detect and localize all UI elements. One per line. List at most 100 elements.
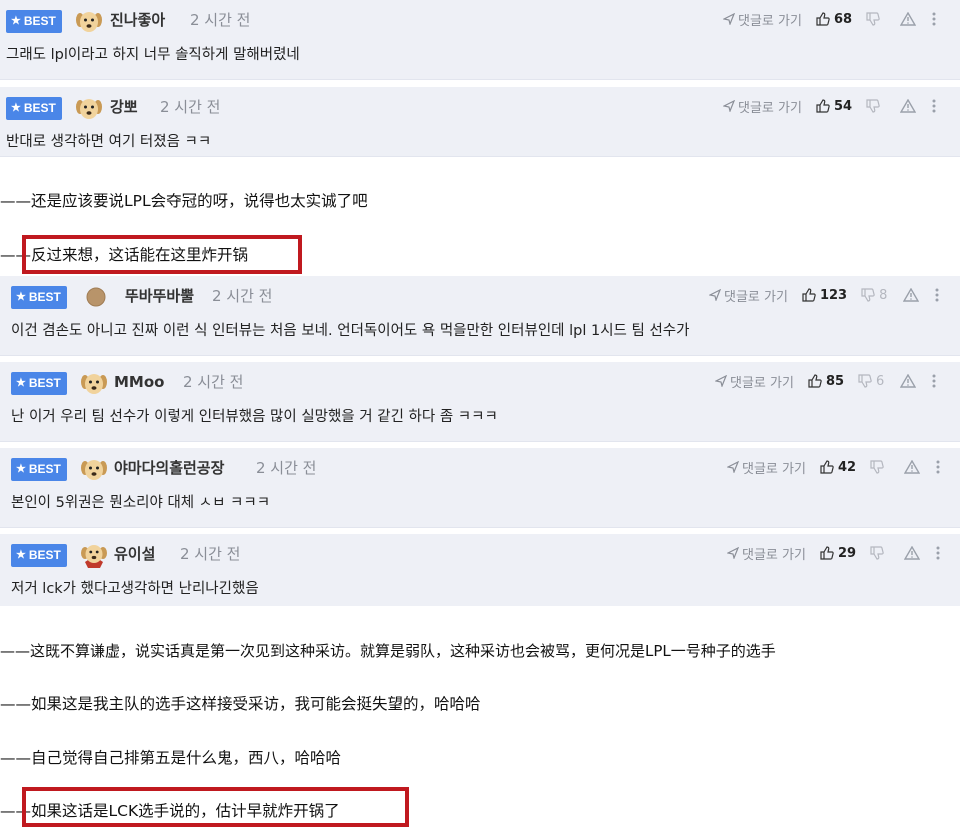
go-to-reply-link[interactable]: 댓글로 가기 (723, 97, 802, 116)
send-icon (727, 461, 739, 473)
thumbs-up-icon (820, 460, 834, 474)
best-badge: ★ BEST (11, 544, 67, 567)
nickname[interactable]: 뚜바뚜바뿔 (125, 285, 194, 307)
dislike-button[interactable]: 8 (861, 288, 887, 303)
avatar[interactable] (80, 542, 108, 568)
translation-line: ——如果这是我主队的选手这样接受采访，我可能会挺失望的，哈哈哈 (0, 695, 481, 713)
dog-face-icon (81, 460, 107, 480)
comment-actions: 댓글로 가기 68 (723, 8, 936, 30)
dislike-button[interactable] (866, 12, 884, 26)
report-button[interactable] (900, 99, 917, 113)
avatar[interactable] (80, 370, 108, 396)
nickname[interactable]: MMoo (114, 371, 164, 393)
like-button[interactable]: 85 (808, 374, 844, 389)
timestamp: 2 시간 전 (180, 545, 241, 563)
dislike-button[interactable] (866, 99, 884, 113)
highlight-box (22, 787, 409, 827)
more-icon[interactable] (936, 546, 940, 560)
comment-actions: 댓글로 가기 42 (727, 456, 940, 478)
thumbs-down-icon (861, 288, 875, 302)
send-icon (723, 13, 735, 25)
go-to-reply-link[interactable]: 댓글로 가기 (727, 544, 806, 563)
comment-text: 저거 lck가 했다고생각하면 난리나긴했음 (11, 581, 259, 597)
go-to-reply-link[interactable]: 댓글로 가기 (715, 372, 794, 391)
star-icon: ★ (16, 377, 26, 389)
best-badge: ★ BEST (6, 10, 62, 33)
thumbs-up-icon (816, 12, 830, 26)
report-button[interactable] (900, 12, 917, 26)
send-icon (727, 547, 739, 559)
thumbs-down-icon (870, 460, 884, 474)
comment-card: ★ BEST 강뽀 2 시간 전 댓글로 가기 54 반대로 생각하면 여기 터졌… (0, 87, 960, 157)
report-button[interactable] (904, 546, 921, 560)
avatar[interactable] (82, 284, 110, 310)
dog-face-icon (76, 12, 102, 32)
go-to-reply-link[interactable]: 댓글로 가기 (727, 458, 806, 477)
comment-card: ★ BEST 유이설 2 시간 전 댓글로 가기 29 저거 lck가 했다고생각… (0, 534, 960, 606)
like-button[interactable]: 29 (820, 546, 856, 561)
best-badge: ★ BEST (11, 286, 67, 309)
warning-icon (900, 12, 917, 26)
comment-card: ★ BEST 뚜바뚜바뿔 2 시간 전 댓글로 가기 123 8 이건 겸손도 아… (0, 276, 960, 356)
dog-with-cape-icon (81, 545, 107, 568)
star-icon: ★ (11, 15, 21, 27)
comment-card: ★ BEST 야마다의홀런공장 2 시간 전 댓글로 가기 42 본인이 5위권은… (0, 448, 960, 528)
report-button[interactable] (904, 460, 921, 474)
comment-actions: 댓글로 가기 123 8 (709, 284, 939, 306)
dislike-button[interactable] (870, 460, 888, 474)
dog-face-icon (76, 99, 102, 119)
timestamp: 2 시간 전 (160, 98, 221, 116)
warning-icon (903, 288, 920, 302)
like-button[interactable]: 123 (802, 288, 847, 303)
thumbs-up-icon (808, 374, 822, 388)
avatar[interactable] (80, 456, 108, 482)
warning-icon (900, 374, 917, 388)
avatar[interactable] (75, 8, 103, 34)
send-icon (723, 100, 735, 112)
comment-text: 반대로 생각하면 여기 터졌음 ㅋㅋ (6, 134, 212, 150)
comment-actions: 댓글로 가기 54 (723, 95, 936, 117)
more-icon[interactable] (932, 12, 936, 26)
like-button[interactable]: 54 (816, 99, 852, 114)
thumbs-up-icon (816, 99, 830, 113)
more-icon[interactable] (936, 460, 940, 474)
timestamp: 2 시간 전 (212, 287, 273, 305)
more-icon[interactable] (932, 99, 936, 113)
like-button[interactable]: 68 (816, 12, 852, 27)
more-icon[interactable] (935, 288, 939, 302)
comment-actions: 댓글로 가기 29 (727, 542, 940, 564)
translation-line: ——还是应该要说LPL会夺冠的呀，说得也太实诚了吧 (0, 192, 368, 210)
nickname[interactable]: 진나좋아 (110, 9, 165, 31)
like-button[interactable]: 42 (820, 460, 856, 475)
best-badge: ★ BEST (11, 372, 67, 395)
thumbs-down-icon (870, 546, 884, 560)
send-icon (709, 289, 721, 301)
dog-face-icon (81, 374, 107, 394)
translation-line: ——自己觉得自己排第五是什么鬼，西八，哈哈哈 (0, 749, 342, 767)
report-button[interactable] (903, 288, 920, 302)
go-to-reply-link[interactable]: 댓글로 가기 (709, 286, 788, 305)
warning-icon (900, 99, 917, 113)
thumbs-down-icon (866, 99, 880, 113)
timestamp: 2 시간 전 (190, 11, 251, 29)
best-badge: ★ BEST (11, 458, 67, 481)
nickname[interactable]: 강뽀 (110, 96, 138, 118)
more-icon[interactable] (932, 374, 936, 388)
thumbs-up-icon (802, 288, 816, 302)
nickname[interactable]: 야마다의홀런공장 (114, 457, 224, 479)
star-icon: ★ (16, 291, 26, 303)
highlight-box (22, 235, 302, 274)
brown-circle-icon (86, 287, 106, 307)
warning-icon (904, 546, 921, 560)
avatar[interactable] (75, 95, 103, 121)
nickname[interactable]: 유이설 (114, 543, 155, 565)
star-icon: ★ (16, 463, 26, 475)
go-to-reply-link[interactable]: 댓글로 가기 (723, 10, 802, 29)
comment-actions: 댓글로 가기 85 6 (715, 370, 936, 392)
dislike-button[interactable] (870, 546, 888, 560)
send-icon (715, 375, 727, 387)
star-icon: ★ (16, 549, 26, 561)
thumbs-down-icon (858, 374, 872, 388)
dislike-button[interactable]: 6 (858, 374, 884, 389)
report-button[interactable] (900, 374, 917, 388)
